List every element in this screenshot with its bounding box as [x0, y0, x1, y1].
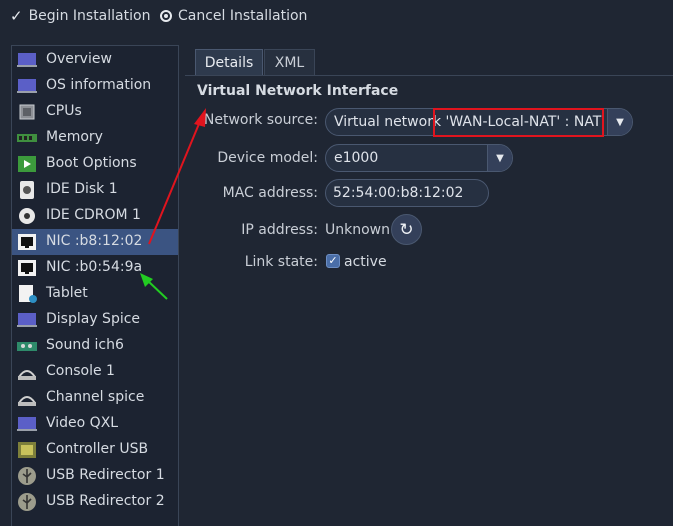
checkmark-icon: ✓ — [328, 254, 338, 267]
sidebar-item-boot-options[interactable]: Boot Options — [12, 151, 178, 177]
usb-icon — [18, 467, 36, 485]
installation-toolbar: ✓ Begin Installation Cancel Installation — [0, 0, 673, 34]
cdrom-icon — [19, 208, 35, 224]
sidebar-item-label: Tablet — [46, 285, 88, 301]
begin-installation-label: Begin Installation — [28, 8, 151, 24]
cpu-icon — [19, 104, 35, 120]
serial-icon — [18, 370, 36, 380]
sidebar-item-overview[interactable]: Overview — [12, 47, 178, 73]
sidebar-item-ide-cdrom-1[interactable]: IDE CDROM 1 — [12, 203, 178, 229]
tab-details-label: Details — [204, 54, 254, 71]
sidebar-item-label: NIC :b0:54:9a — [46, 259, 143, 275]
link-state-label: Link state: — [244, 254, 318, 270]
sidebar-item-label: Video QXL — [46, 415, 119, 431]
sidebar-item-video-qxl[interactable]: Video QXL — [12, 411, 178, 437]
ip-address-label: IP address: — [241, 222, 318, 238]
sidebar-item-console-1[interactable]: Console 1 — [12, 359, 178, 385]
sound-card-icon — [17, 342, 37, 351]
sidebar-item-label: IDE CDROM 1 — [46, 207, 141, 223]
chevron-down-icon[interactable]: ▼ — [487, 145, 512, 171]
network-source-label: Network source: — [203, 112, 318, 128]
refresh-ip-button[interactable]: ↻ — [391, 214, 422, 245]
checkmark-icon: ✓ — [10, 7, 23, 25]
hardware-sidebar: Overview OS information CPUs Memory Boot… — [11, 45, 179, 526]
mac-address-value: 52:54:00:b8:12:02 — [333, 185, 464, 201]
begin-installation-button[interactable]: ✓ Begin Installation — [10, 6, 150, 26]
sidebar-item-nic-b0-54-9a[interactable]: NIC :b0:54:9a — [12, 255, 178, 281]
sidebar-item-usb-redirector-1[interactable]: USB Redirector 1 — [12, 463, 178, 489]
nic-icon — [18, 234, 36, 250]
cancel-installation-button[interactable]: Cancel Installation — [160, 6, 307, 26]
sidebar-item-display-spice[interactable]: Display Spice — [12, 307, 178, 333]
tablet-icon — [19, 285, 37, 303]
sidebar-item-sound-ich6[interactable]: Sound ich6 — [12, 333, 178, 359]
sidebar-item-label: IDE Disk 1 — [46, 181, 118, 197]
sidebar-item-label: Memory — [46, 129, 103, 145]
sidebar-item-os-information[interactable]: OS information — [12, 73, 178, 99]
sidebar-item-ide-disk-1[interactable]: IDE Disk 1 — [12, 177, 178, 203]
monitor-icon — [17, 53, 37, 67]
os-info-icon — [17, 79, 37, 93]
sidebar-item-label: Sound ich6 — [46, 337, 124, 353]
mac-address-label: MAC address: — [222, 185, 318, 201]
tab-details[interactable]: Details — [195, 49, 263, 75]
disk-icon — [20, 181, 34, 199]
sidebar-item-nic-b8-12-02[interactable]: NIC :b8:12:02 — [12, 229, 178, 255]
section-title: Virtual Network Interface — [197, 83, 399, 99]
cancel-circle-icon — [160, 10, 172, 22]
sidebar-item-label: USB Redirector 1 — [46, 467, 165, 483]
cancel-installation-label: Cancel Installation — [178, 8, 308, 24]
link-state-checkbox[interactable]: ✓ — [326, 254, 340, 268]
refresh-icon: ↻ — [399, 219, 414, 240]
sidebar-item-label: Boot Options — [46, 155, 137, 171]
display-icon — [17, 313, 37, 327]
nic-icon — [18, 260, 36, 276]
network-source-value: Virtual network 'WAN-Local-NAT' : NAT — [334, 114, 602, 130]
sidebar-item-label: Channel spice — [46, 389, 145, 405]
sidebar-item-label: Console 1 — [46, 363, 115, 379]
sidebar-item-label: Overview — [46, 51, 112, 67]
ip-address-value: Unknown — [325, 222, 390, 238]
tab-xml-label: XML — [274, 54, 305, 71]
sidebar-item-tablet[interactable]: Tablet — [12, 281, 178, 307]
boot-icon — [18, 156, 36, 172]
tab-separator — [185, 75, 673, 76]
sidebar-item-label: Display Spice — [46, 311, 141, 327]
sidebar-item-label: OS information — [46, 77, 152, 93]
network-source-combo[interactable]: Virtual network 'WAN-Local-NAT' : NAT ▼ — [325, 108, 633, 136]
video-icon — [17, 417, 37, 431]
mac-address-field[interactable]: 52:54:00:b8:12:02 — [325, 179, 489, 207]
sidebar-item-label: CPUs — [46, 103, 82, 119]
sidebar-item-usb-redirector-2[interactable]: USB Redirector 2 — [12, 489, 178, 515]
tab-xml[interactable]: XML — [264, 49, 315, 75]
usb-icon — [18, 493, 36, 511]
link-state-value: active — [344, 254, 387, 270]
chevron-down-icon[interactable]: ▼ — [607, 109, 632, 135]
memory-icon — [17, 134, 37, 142]
controller-icon — [18, 442, 36, 458]
serial-icon — [18, 396, 36, 406]
sidebar-item-cpus[interactable]: CPUs — [12, 99, 178, 125]
device-model-value: e1000 — [334, 150, 379, 166]
device-model-combo[interactable]: e1000 ▼ — [325, 144, 513, 172]
sidebar-item-controller-usb[interactable]: Controller USB — [12, 437, 178, 463]
sidebar-item-label: NIC :b8:12:02 — [46, 233, 143, 249]
device-model-label: Device model: — [217, 150, 318, 166]
sidebar-item-channel-spice[interactable]: Channel spice — [12, 385, 178, 411]
sidebar-item-label: Controller USB — [46, 441, 149, 457]
sidebar-item-memory[interactable]: Memory — [12, 125, 178, 151]
sidebar-item-label: USB Redirector 2 — [46, 493, 165, 509]
